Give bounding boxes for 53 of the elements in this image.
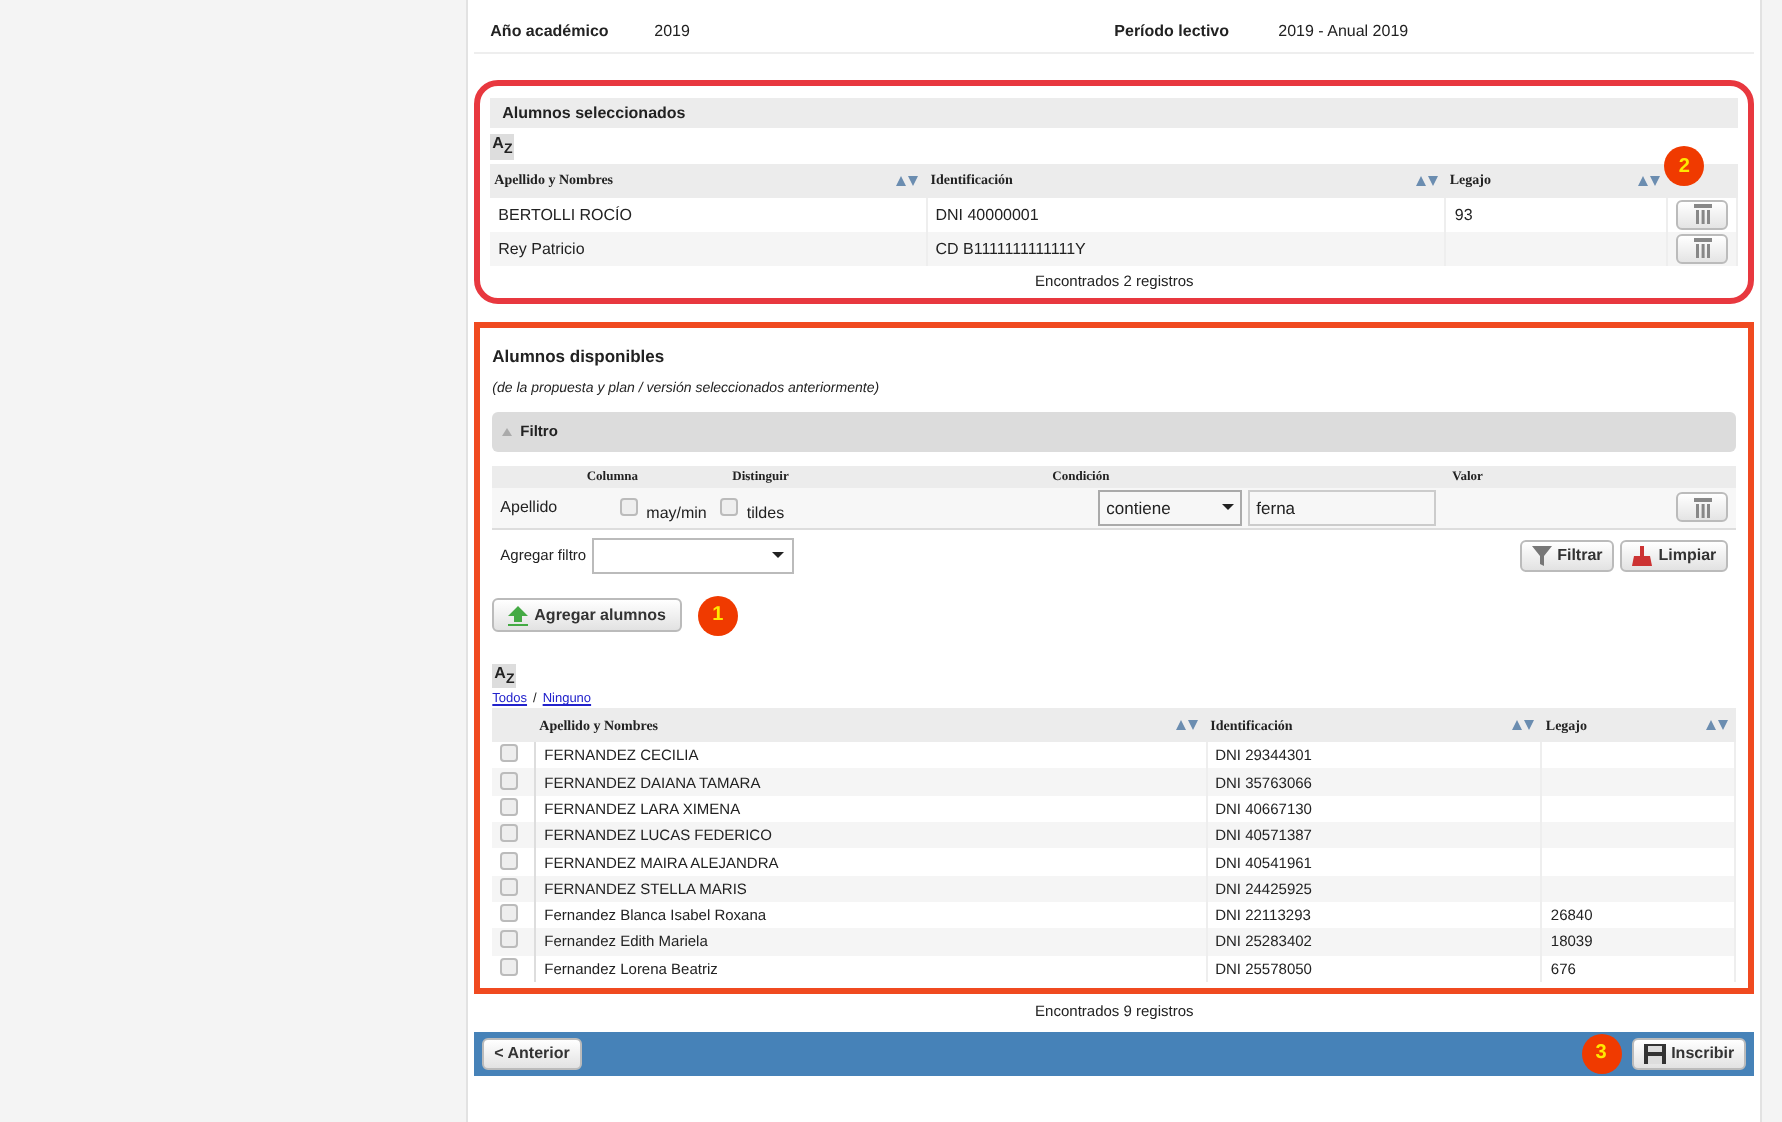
trash-icon [1693,204,1712,225]
table-cell: Rey Patricio [490,231,927,266]
info-value: 2019 - Anual 2019 [1278,21,1409,39]
sort-arrows-icon[interactable] [1415,175,1438,186]
annotation-badge: 2 [1664,146,1705,186]
enroll-button[interactable]: Inscribir [1631,1037,1747,1070]
row-checkbox[interactable] [500,771,519,790]
delete-button[interactable] [1676,233,1729,264]
checkbox[interactable] [620,498,639,517]
checkbox[interactable] [720,498,739,517]
filter-button[interactable]: Filtrar [1519,539,1615,572]
info-label: Año académico [490,21,611,39]
info-label: Período lectivo [1114,21,1232,39]
table-cell: CD B1111111111111Y [926,231,1446,266]
triangle-icon [502,427,513,436]
add-filter-dropdown[interactable] [592,537,795,574]
sort-arrows-icon[interactable] [1705,720,1728,731]
previous-button[interactable]: < Anterior [482,1037,582,1070]
trash-icon [1693,497,1712,518]
caret-icon [772,552,785,559]
row-checkbox[interactable] [500,877,519,896]
section-title: Alumnos seleccionados [490,98,1739,128]
delete-button[interactable] [1676,492,1729,523]
sort-az-icon[interactable]: A$_{Z}$ [492,663,517,689]
section-title: Alumnos disponibles [492,345,667,366]
checkbox-label: tildes [746,503,785,522]
row-checkbox[interactable] [500,797,519,816]
filter-column-name: Apellido [500,498,560,517]
funnel-icon [1531,545,1552,566]
info-value: 2019 [654,21,690,39]
add-students-button[interactable]: Agregar alumnos [492,598,682,633]
annotation-badge: 3 [1581,1033,1622,1074]
caret-icon [1222,504,1235,511]
value-field[interactable]: ferna [1248,489,1437,526]
row-checkbox[interactable] [500,824,519,843]
row-checkbox[interactable] [500,904,519,923]
condition-dropdown[interactable]: contiene [1098,489,1243,526]
sort-arrows-icon[interactable] [1511,720,1534,731]
clear-button[interactable]: Limpiar [1620,539,1729,572]
broom-icon [1632,545,1653,566]
row-checkbox[interactable] [500,930,519,949]
row-checkbox[interactable] [500,851,519,870]
sort-arrows-icon[interactable] [1176,720,1199,731]
row-checkbox[interactable] [500,744,519,763]
upload-arrow-icon [508,605,529,626]
trash-icon [1693,238,1712,259]
delete-button[interactable] [1676,199,1729,230]
sort-arrows-icon[interactable] [896,175,919,186]
row-checkbox[interactable] [500,957,519,976]
annotation-badge: 1 [697,595,738,636]
sort-arrows-icon[interactable] [1637,175,1660,186]
sort-az-icon[interactable]: A$_{Z}$ [490,134,515,160]
checkbox-label: may/min [646,503,707,522]
